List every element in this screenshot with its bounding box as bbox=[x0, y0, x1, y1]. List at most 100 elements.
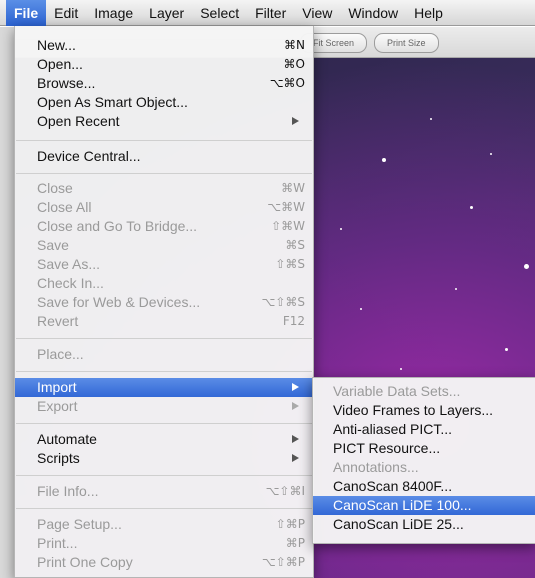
shortcut-label: ⇧⌘W bbox=[271, 219, 305, 233]
shortcut-label: ⌥⌘O bbox=[269, 76, 305, 90]
menu-item-label: CanoScan LiDE 100... bbox=[333, 497, 472, 513]
shortcut-label: ⌘W bbox=[281, 181, 305, 195]
star-decoration bbox=[340, 228, 342, 230]
menu-item-open-recent[interactable]: Open Recent bbox=[15, 112, 313, 131]
left-panel-edge bbox=[0, 27, 15, 578]
menu-item-label: File Info... bbox=[37, 483, 99, 499]
menu-separator bbox=[16, 475, 312, 476]
menu-item-print-one-copy[interactable]: Print One Copy ⌥⇧⌘P bbox=[15, 553, 313, 572]
submenu-item-canoscan-lide-25[interactable]: CanoScan LiDE 25... bbox=[313, 515, 535, 534]
star-decoration bbox=[505, 348, 508, 351]
menu-separator bbox=[16, 173, 312, 174]
shortcut-label: ⌥⇧⌘P bbox=[261, 555, 305, 569]
menu-item-label: Anti-aliased PICT... bbox=[333, 421, 453, 437]
star-decoration bbox=[470, 206, 473, 209]
star-decoration bbox=[524, 264, 529, 269]
shortcut-label: ⌥⇧⌘I bbox=[265, 484, 305, 498]
menu-layer[interactable]: Layer bbox=[141, 0, 192, 26]
submenu-item-canoscan-8400f[interactable]: CanoScan 8400F... bbox=[313, 477, 535, 496]
submenu-item-video-frames-to-layers[interactable]: Video Frames to Layers... bbox=[313, 401, 535, 420]
menu-item-export[interactable]: Export bbox=[15, 397, 313, 416]
import-submenu: Variable Data Sets... Video Frames to La… bbox=[312, 377, 535, 544]
menubar: File Edit Image Layer Select Filter View… bbox=[0, 0, 535, 26]
menu-item-label: Save bbox=[37, 237, 69, 253]
menu-item-open-as-smart-object[interactable]: Open As Smart Object... bbox=[15, 93, 313, 112]
menu-item-automate[interactable]: Automate bbox=[15, 430, 313, 449]
menu-filter[interactable]: Filter bbox=[247, 0, 294, 26]
menu-window[interactable]: Window bbox=[340, 0, 406, 26]
menu-separator bbox=[16, 371, 312, 372]
menu-item-revert[interactable]: Revert F12 bbox=[15, 312, 313, 331]
file-menu: New... ⌘N Open... ⌘O Browse... ⌥⌘O Open … bbox=[14, 26, 314, 578]
menu-item-open[interactable]: Open... ⌘O bbox=[15, 55, 313, 74]
menu-item-close-all[interactable]: Close All ⌥⌘W bbox=[15, 198, 313, 217]
menu-item-label: Print... bbox=[37, 535, 78, 551]
submenu-item-anti-aliased-pict[interactable]: Anti-aliased PICT... bbox=[313, 420, 535, 439]
menu-item-save-for-web[interactable]: Save for Web & Devices... ⌥⇧⌘S bbox=[15, 293, 313, 312]
submenu-arrow-icon bbox=[292, 117, 299, 125]
menu-item-label: Page Setup... bbox=[37, 516, 122, 532]
submenu-item-annotations[interactable]: Annotations... bbox=[313, 458, 535, 477]
menu-item-label: Close All bbox=[37, 199, 92, 215]
submenu-item-pict-resource[interactable]: PICT Resource... bbox=[313, 439, 535, 458]
star-decoration bbox=[455, 288, 457, 290]
menu-item-label: Variable Data Sets... bbox=[333, 383, 461, 399]
menu-item-close[interactable]: Close ⌘W bbox=[15, 179, 313, 198]
shortcut-label: ⌥⇧⌘S bbox=[261, 295, 306, 309]
menu-item-label: Video Frames to Layers... bbox=[333, 402, 494, 418]
menu-item-label: CanoScan LiDE 25... bbox=[333, 516, 464, 532]
menu-item-device-central[interactable]: Device Central... bbox=[15, 147, 313, 166]
menu-item-new[interactable]: New... ⌘N bbox=[15, 36, 313, 55]
menu-select[interactable]: Select bbox=[192, 0, 247, 26]
menu-item-label: Revert bbox=[37, 313, 79, 329]
menu-edit[interactable]: Edit bbox=[46, 0, 86, 26]
menu-item-label: New... bbox=[37, 37, 76, 53]
menu-separator bbox=[16, 508, 312, 509]
submenu-item-variable-data-sets[interactable]: Variable Data Sets... bbox=[313, 382, 535, 401]
menu-image[interactable]: Image bbox=[86, 0, 141, 26]
menu-item-label: Scripts bbox=[37, 450, 80, 466]
star-decoration bbox=[430, 118, 432, 120]
menu-item-import[interactable]: Import bbox=[15, 378, 313, 397]
menu-item-label: Open... bbox=[37, 56, 83, 72]
shortcut-label: ⌘S bbox=[285, 238, 305, 252]
menu-item-close-and-go-to-bridge[interactable]: Close and Go To Bridge... ⇧⌘W bbox=[15, 217, 313, 236]
menu-item-save-as[interactable]: Save As... ⇧⌘S bbox=[15, 255, 313, 274]
star-decoration bbox=[490, 153, 492, 155]
menu-item-label: Export bbox=[37, 398, 78, 414]
star-decoration bbox=[382, 158, 386, 162]
menu-item-scripts[interactable]: Scripts bbox=[15, 449, 313, 468]
menu-separator bbox=[16, 338, 312, 339]
menu-item-place[interactable]: Place... bbox=[15, 345, 313, 364]
submenu-arrow-icon bbox=[292, 435, 299, 443]
menu-item-label: Device Central... bbox=[37, 148, 141, 164]
menu-item-label: Automate bbox=[37, 431, 97, 447]
star-decoration bbox=[400, 368, 402, 370]
shortcut-label: ⇧⌘P bbox=[275, 517, 305, 531]
menu-item-page-setup[interactable]: Page Setup... ⇧⌘P bbox=[15, 515, 313, 534]
menu-file[interactable]: File bbox=[6, 0, 47, 26]
menu-item-label: Save As... bbox=[37, 256, 101, 272]
menu-item-print[interactable]: Print... ⌘P bbox=[15, 534, 313, 553]
menu-view[interactable]: View bbox=[294, 0, 340, 26]
submenu-arrow-icon bbox=[292, 454, 299, 462]
menu-item-label: Open As Smart Object... bbox=[37, 94, 188, 110]
shortcut-label: ⌘O bbox=[283, 57, 305, 71]
menu-item-label: Import bbox=[37, 379, 77, 395]
menu-item-save[interactable]: Save ⌘S bbox=[15, 236, 313, 255]
print-size-button[interactable]: Print Size bbox=[374, 33, 439, 53]
shortcut-label: F12 bbox=[282, 314, 305, 328]
menu-item-label: PICT Resource... bbox=[333, 440, 441, 456]
menu-item-label: Annotations... bbox=[333, 459, 419, 475]
submenu-item-canoscan-lide-100[interactable]: CanoScan LiDE 100... bbox=[313, 496, 535, 515]
menu-item-label: Close and Go To Bridge... bbox=[37, 218, 198, 234]
menu-help[interactable]: Help bbox=[406, 0, 451, 26]
menu-separator bbox=[16, 140, 312, 141]
star-decoration bbox=[360, 308, 362, 310]
submenu-arrow-icon bbox=[292, 383, 299, 391]
menu-item-browse[interactable]: Browse... ⌥⌘O bbox=[15, 74, 313, 93]
menu-item-label: Close bbox=[37, 180, 73, 196]
menu-item-file-info[interactable]: File Info... ⌥⇧⌘I bbox=[15, 482, 313, 501]
shortcut-label: ⌘N bbox=[284, 38, 305, 52]
menu-item-check-in[interactable]: Check In... bbox=[15, 274, 313, 293]
